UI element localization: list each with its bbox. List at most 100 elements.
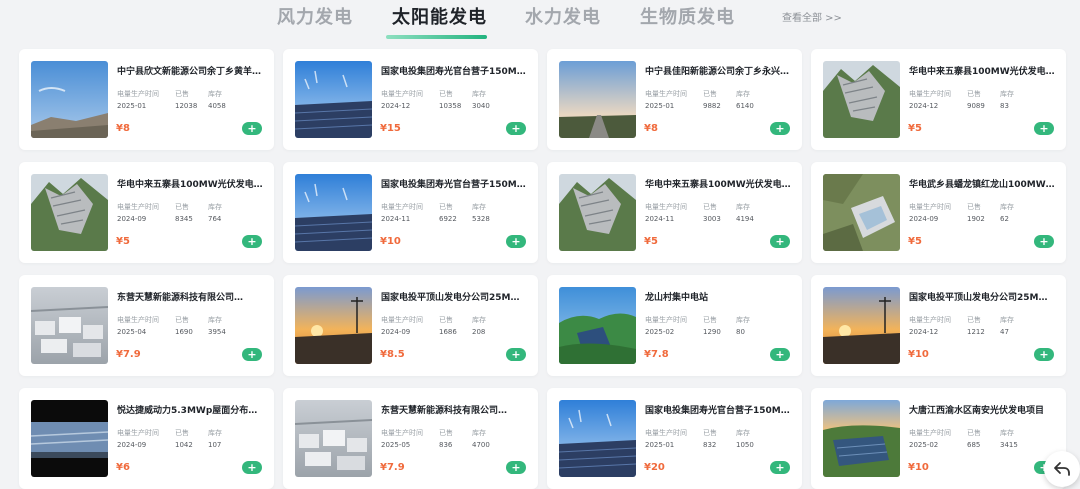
add-to-cart-button[interactable]: + <box>1034 348 1054 361</box>
product-card[interactable]: 国家电投平顶山发电分公司25MW… 电量生产时间 2024-09 已售 1686 库存 20… <box>283 275 538 376</box>
stock-label: 库存 <box>208 203 222 211</box>
product-card[interactable]: 华电中来五寨县100MW光伏发电… 电量生产时间 2024-12 已售 9089 库存 83… <box>811 49 1066 150</box>
product-card[interactable]: 国家电投集团寿光官台营子150M… 电量生产时间 2024-11 已售 6922 库存 53… <box>283 162 538 263</box>
add-to-cart-button[interactable]: + <box>770 235 790 248</box>
product-title: 中宁县欣文新能源公司余丁乡黄羊… <box>117 67 262 77</box>
sold-label: 已售 <box>439 90 453 98</box>
product-price: ¥10 <box>908 349 929 360</box>
back-arrow-icon <box>1054 462 1070 476</box>
production-date-label: 电量生产时间 <box>117 316 159 324</box>
product-card[interactable]: 华电武乡县蟠龙镇红龙山100MW… 电量生产时间 2024-09 已售 1902 库存 62… <box>811 162 1066 263</box>
add-to-cart-button[interactable]: + <box>770 461 790 474</box>
sold-value: 8345 <box>175 215 193 223</box>
stock-value: 4700 <box>472 441 490 449</box>
stock-value: 47 <box>1000 328 1009 336</box>
plus-icon: + <box>247 461 257 474</box>
tab-solar-power[interactable]: 太阳能发电 <box>392 3 487 29</box>
stock-label: 库存 <box>1000 429 1014 437</box>
production-date-value: 2024-11 <box>645 215 675 223</box>
product-card[interactable]: 中宁县佳阳新能源公司余丁乡永兴… 电量生产时间 2025-01 已售 9882 库存 614… <box>547 49 802 150</box>
production-date-label: 电量生产时间 <box>381 429 423 437</box>
sold-value: 9882 <box>703 102 721 110</box>
product-image <box>823 61 900 138</box>
product-card[interactable]: 中宁县欣文新能源公司余丁乡黄羊… 电量生产时间 2025-01 已售 12038 库存 40… <box>19 49 274 150</box>
product-image <box>559 287 636 364</box>
product-price: ¥10 <box>380 236 401 247</box>
stock-label: 库存 <box>208 316 222 324</box>
add-to-cart-button[interactable]: + <box>770 348 790 361</box>
product-title: 东营天慧新能源科技有限公司… <box>381 406 508 416</box>
view-all-link[interactable]: 查看全部 >> <box>782 9 842 24</box>
product-title: 华电中来五寨县100MW光伏发电… <box>645 180 791 190</box>
add-to-cart-button[interactable]: + <box>506 461 526 474</box>
production-date-value: 2024-09 <box>381 328 411 336</box>
stock-value: 62 <box>1000 215 1009 223</box>
production-date-value: 2024-12 <box>909 102 939 110</box>
product-image <box>823 400 900 477</box>
production-date-value: 2024-09 <box>117 441 147 449</box>
product-title: 国家电投集团寿光官台营子150M… <box>381 67 526 77</box>
add-to-cart-button[interactable]: + <box>242 235 262 248</box>
product-title: 龙山村集中电站 <box>645 293 709 303</box>
product-card[interactable]: 国家电投集团寿光官台营子150M… 电量生产时间 2025-01 已售 832 库存 105… <box>547 388 802 489</box>
product-card[interactable]: 华电中来五寨县100MW光伏发电… 电量生产时间 2024-11 已售 3003 库存 41… <box>547 162 802 263</box>
product-image <box>31 61 108 138</box>
product-stats: 电量生产时间 2024-09 已售 8345 库存 764 <box>117 202 248 225</box>
production-date-value: 2025-02 <box>909 441 939 449</box>
product-card[interactable]: 国家电投集团寿光官台营子150M… 电量生产时间 2024-12 已售 10358 库存 3… <box>283 49 538 150</box>
add-to-cart-button[interactable]: + <box>506 235 526 248</box>
stock-value: 80 <box>736 328 745 336</box>
product-card[interactable]: 悦达捷威动力5.3MWp屋面分布式… 电量生产时间 2024-09 已售 1042 库存 1… <box>19 388 274 489</box>
product-card[interactable]: 龙山村集中电站 电量生产时间 2025-02 已售 1290 库存 80 ¥7.8 + <box>547 275 802 376</box>
product-card[interactable]: 东营天慧新能源科技有限公司… 电量生产时间 2025-04 已售 1690 库存 3954 ¥… <box>19 275 274 376</box>
production-date-label: 电量生产时间 <box>117 90 159 98</box>
product-card[interactable]: 大唐江西渝水区南安光伏发电项目 电量生产时间 2025-02 已售 685 库存 3415 ¥… <box>811 388 1066 489</box>
production-date-value: 2024-12 <box>909 328 939 336</box>
add-to-cart-button[interactable]: + <box>506 122 526 135</box>
product-image <box>295 174 372 251</box>
add-to-cart-button[interactable]: + <box>242 461 262 474</box>
product-price: ¥7.9 <box>116 349 141 360</box>
product-grid: 中宁县欣文新能源公司余丁乡黄羊… 电量生产时间 2025-01 已售 12038 库存 40… <box>19 49 1067 489</box>
stock-value: 4194 <box>736 215 754 223</box>
add-to-cart-button[interactable]: + <box>506 348 526 361</box>
product-card[interactable]: 东营天慧新能源科技有限公司… 电量生产时间 2025-05 已售 836 库存 4700 ¥7… <box>283 388 538 489</box>
product-card[interactable]: 国家电投平顶山发电分公司25MW… 电量生产时间 2024-12 已售 1212 库存 47… <box>811 275 1066 376</box>
production-date-value: 2025-04 <box>117 328 147 336</box>
product-image <box>31 174 108 251</box>
sold-value: 685 <box>967 441 981 449</box>
tab-hydro-power[interactable]: 水力发电 <box>525 3 601 29</box>
stock-value: 3415 <box>1000 441 1018 449</box>
production-date-label: 电量生产时间 <box>381 90 423 98</box>
stock-value: 107 <box>208 441 222 449</box>
tab-biomass-power[interactable]: 生物质发电 <box>640 3 735 29</box>
stock-label: 库存 <box>736 429 750 437</box>
product-title: 国家电投集团寿光官台营子150M… <box>645 406 790 416</box>
add-to-cart-button[interactable]: + <box>1034 122 1054 135</box>
product-title: 华电中来五寨县100MW光伏发电… <box>117 180 263 190</box>
plus-icon: + <box>511 461 521 474</box>
sold-value: 12038 <box>175 102 198 110</box>
production-date-label: 电量生产时间 <box>909 429 951 437</box>
sold-value: 10358 <box>439 102 462 110</box>
sold-label: 已售 <box>703 203 717 211</box>
stock-label: 库存 <box>736 90 750 98</box>
back-button[interactable] <box>1044 451 1080 487</box>
add-to-cart-button[interactable]: + <box>770 122 790 135</box>
sold-label: 已售 <box>175 203 189 211</box>
add-to-cart-button[interactable]: + <box>242 122 262 135</box>
product-image <box>823 287 900 364</box>
product-stats: 电量生产时间 2025-01 已售 832 库存 1050 <box>645 428 776 451</box>
product-stats: 电量生产时间 2024-09 已售 1042 库存 107 <box>117 428 248 451</box>
add-to-cart-button[interactable]: + <box>242 348 262 361</box>
product-price: ¥5 <box>908 236 922 247</box>
product-card[interactable]: 华电中来五寨县100MW光伏发电… 电量生产时间 2024-09 已售 8345 库存 76… <box>19 162 274 263</box>
sold-label: 已售 <box>175 316 189 324</box>
stock-value: 3954 <box>208 328 226 336</box>
production-date-value: 2024-09 <box>117 215 147 223</box>
sold-value: 1290 <box>703 328 721 336</box>
stock-label: 库存 <box>472 316 486 324</box>
tab-wind-power[interactable]: 风力发电 <box>277 3 353 29</box>
sold-label: 已售 <box>439 203 453 211</box>
add-to-cart-button[interactable]: + <box>1034 235 1054 248</box>
